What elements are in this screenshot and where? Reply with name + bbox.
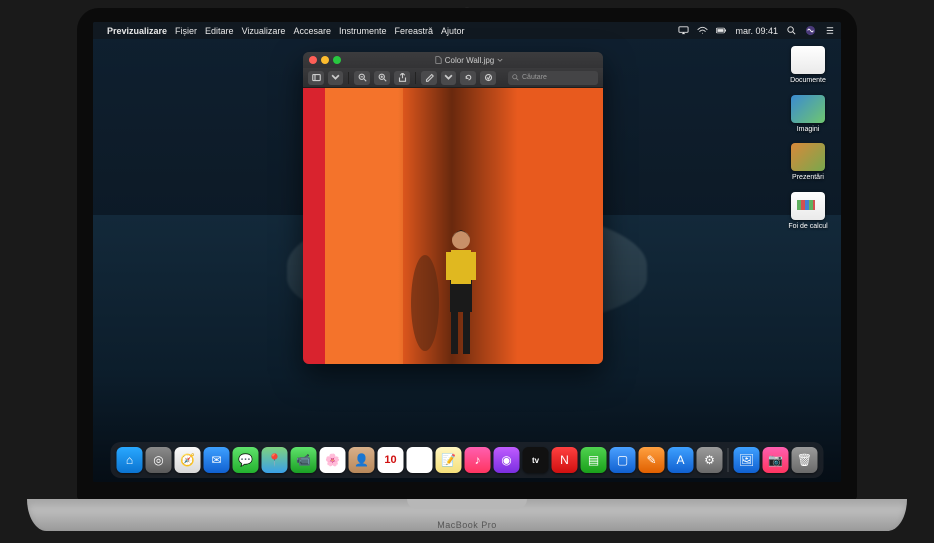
- dock-app-finder[interactable]: ⌂: [117, 447, 143, 473]
- menu-view[interactable]: Vizualizare: [242, 26, 286, 36]
- search-icon: [512, 74, 519, 81]
- dock-app-photobooth[interactable]: 📷: [763, 447, 789, 473]
- dock-app-launchpad[interactable]: ◎: [146, 447, 172, 473]
- preview-window[interactable]: Color Wall.jpg: [303, 52, 603, 364]
- battery-icon[interactable]: [716, 25, 727, 36]
- preview-toolbar: Căutare: [303, 68, 603, 88]
- close-button[interactable]: [309, 56, 317, 64]
- desktop[interactable]: Previzualizare Fișier Editare Vizualizar…: [93, 22, 841, 482]
- zoom-button[interactable]: [333, 56, 341, 64]
- stack-documents-label: Documente: [790, 77, 826, 85]
- dock-app-tv[interactable]: tv: [523, 447, 549, 473]
- markup-button[interactable]: [480, 71, 496, 85]
- dock-app-safari[interactable]: 🧭: [175, 447, 201, 473]
- zoom-out-button[interactable]: [354, 71, 370, 85]
- clock[interactable]: mar. 09:41: [735, 26, 778, 36]
- laptop-label: MacBook Pro: [437, 520, 497, 530]
- dock-app-preview[interactable]: 🖼: [734, 447, 760, 473]
- stack-images[interactable]: Imagini: [781, 95, 835, 134]
- stack-images-label: Imagini: [797, 126, 820, 134]
- dock-app-keynote[interactable]: ▢: [610, 447, 636, 473]
- laptop-hinge: MacBook Pro: [27, 499, 907, 531]
- dock-app-appstore[interactable]: A: [668, 447, 694, 473]
- wifi-icon[interactable]: [697, 25, 708, 36]
- highlight-menu-button[interactable]: [441, 71, 456, 85]
- menu-go[interactable]: Accesare: [293, 26, 331, 36]
- image-content: [303, 88, 603, 364]
- stack-presentations[interactable]: Prezentări: [781, 143, 835, 182]
- laptop-frame: Previzualizare Fișier Editare Vizualizar…: [17, 0, 917, 543]
- window-title: Color Wall.jpg: [341, 56, 597, 65]
- app-menu[interactable]: Previzualizare: [107, 26, 167, 36]
- document-icon: [435, 56, 442, 64]
- menubar: Previzualizare Fișier Editare Vizualizar…: [93, 22, 841, 39]
- dock-app-contacts[interactable]: 👤: [349, 447, 375, 473]
- window-titlebar[interactable]: Color Wall.jpg: [303, 52, 603, 68]
- dock-app-messages[interactable]: 💬: [233, 447, 259, 473]
- menu-help[interactable]: Ajutor: [441, 26, 465, 36]
- dock-app-notes[interactable]: 📝: [436, 447, 462, 473]
- menu-window[interactable]: Fereastră: [395, 26, 434, 36]
- search-placeholder: Căutare: [522, 74, 547, 81]
- rotate-button[interactable]: [460, 71, 476, 85]
- desktop-stacks: Documente Imagini Prezentări Foi de calc…: [781, 46, 835, 231]
- dock-app-news[interactable]: N: [552, 447, 578, 473]
- sidebar-toggle-button[interactable]: [308, 71, 324, 85]
- sidebar-menu-button[interactable]: [328, 71, 343, 85]
- dock: ⌂◎🧭✉💬📍📹🌸👤10☑📝♪◉tvN▤▢✎A⚙ 🖼📷🗑: [111, 442, 824, 478]
- airplay-icon[interactable]: [678, 25, 689, 36]
- dock-app-numbers[interactable]: ▤: [581, 447, 607, 473]
- stack-images-icon: [791, 95, 825, 123]
- highlight-button[interactable]: [421, 71, 437, 85]
- spotlight-icon[interactable]: [786, 25, 797, 36]
- dock-app-reminders[interactable]: ☑: [407, 447, 433, 473]
- siri-icon[interactable]: [805, 25, 816, 36]
- dock-app-mail[interactable]: ✉: [204, 447, 230, 473]
- menu-edit[interactable]: Editare: [205, 26, 234, 36]
- dock-separator: [728, 448, 729, 472]
- stack-spreadsheets-icon: [791, 192, 825, 220]
- stack-presentations-label: Prezentări: [792, 174, 824, 182]
- stack-presentations-icon: [791, 143, 825, 171]
- share-button[interactable]: [394, 71, 410, 85]
- stack-spreadsheets[interactable]: Foi de calcul: [781, 192, 835, 231]
- dock-app-podcasts[interactable]: ◉: [494, 447, 520, 473]
- menu-file[interactable]: Fișier: [175, 26, 197, 36]
- dock-app-facetime[interactable]: 📹: [291, 447, 317, 473]
- dock-app-music[interactable]: ♪: [465, 447, 491, 473]
- chevron-down-icon[interactable]: [497, 58, 503, 63]
- zoom-in-button[interactable]: [374, 71, 390, 85]
- toolbar-separator: [348, 72, 349, 84]
- image-viewport[interactable]: [303, 88, 603, 364]
- dock-app-maps[interactable]: 📍: [262, 447, 288, 473]
- stack-documents[interactable]: Documente: [781, 46, 835, 85]
- dock-app-settings[interactable]: ⚙: [697, 447, 723, 473]
- dock-app-trash[interactable]: 🗑: [792, 447, 818, 473]
- notification-center-icon[interactable]: [824, 25, 835, 36]
- dock-app-calendar[interactable]: 10: [378, 447, 404, 473]
- menu-tools[interactable]: Instrumente: [339, 26, 387, 36]
- stack-documents-icon: [791, 46, 825, 74]
- stack-spreadsheets-label: Foi de calcul: [788, 223, 827, 231]
- toolbar-separator: [415, 72, 416, 84]
- search-field[interactable]: Căutare: [508, 71, 598, 85]
- dock-app-pages[interactable]: ✎: [639, 447, 665, 473]
- dock-app-photos[interactable]: 🌸: [320, 447, 346, 473]
- screen-bezel: Previzualizare Fișier Editare Vizualizar…: [77, 8, 857, 500]
- minimize-button[interactable]: [321, 56, 329, 64]
